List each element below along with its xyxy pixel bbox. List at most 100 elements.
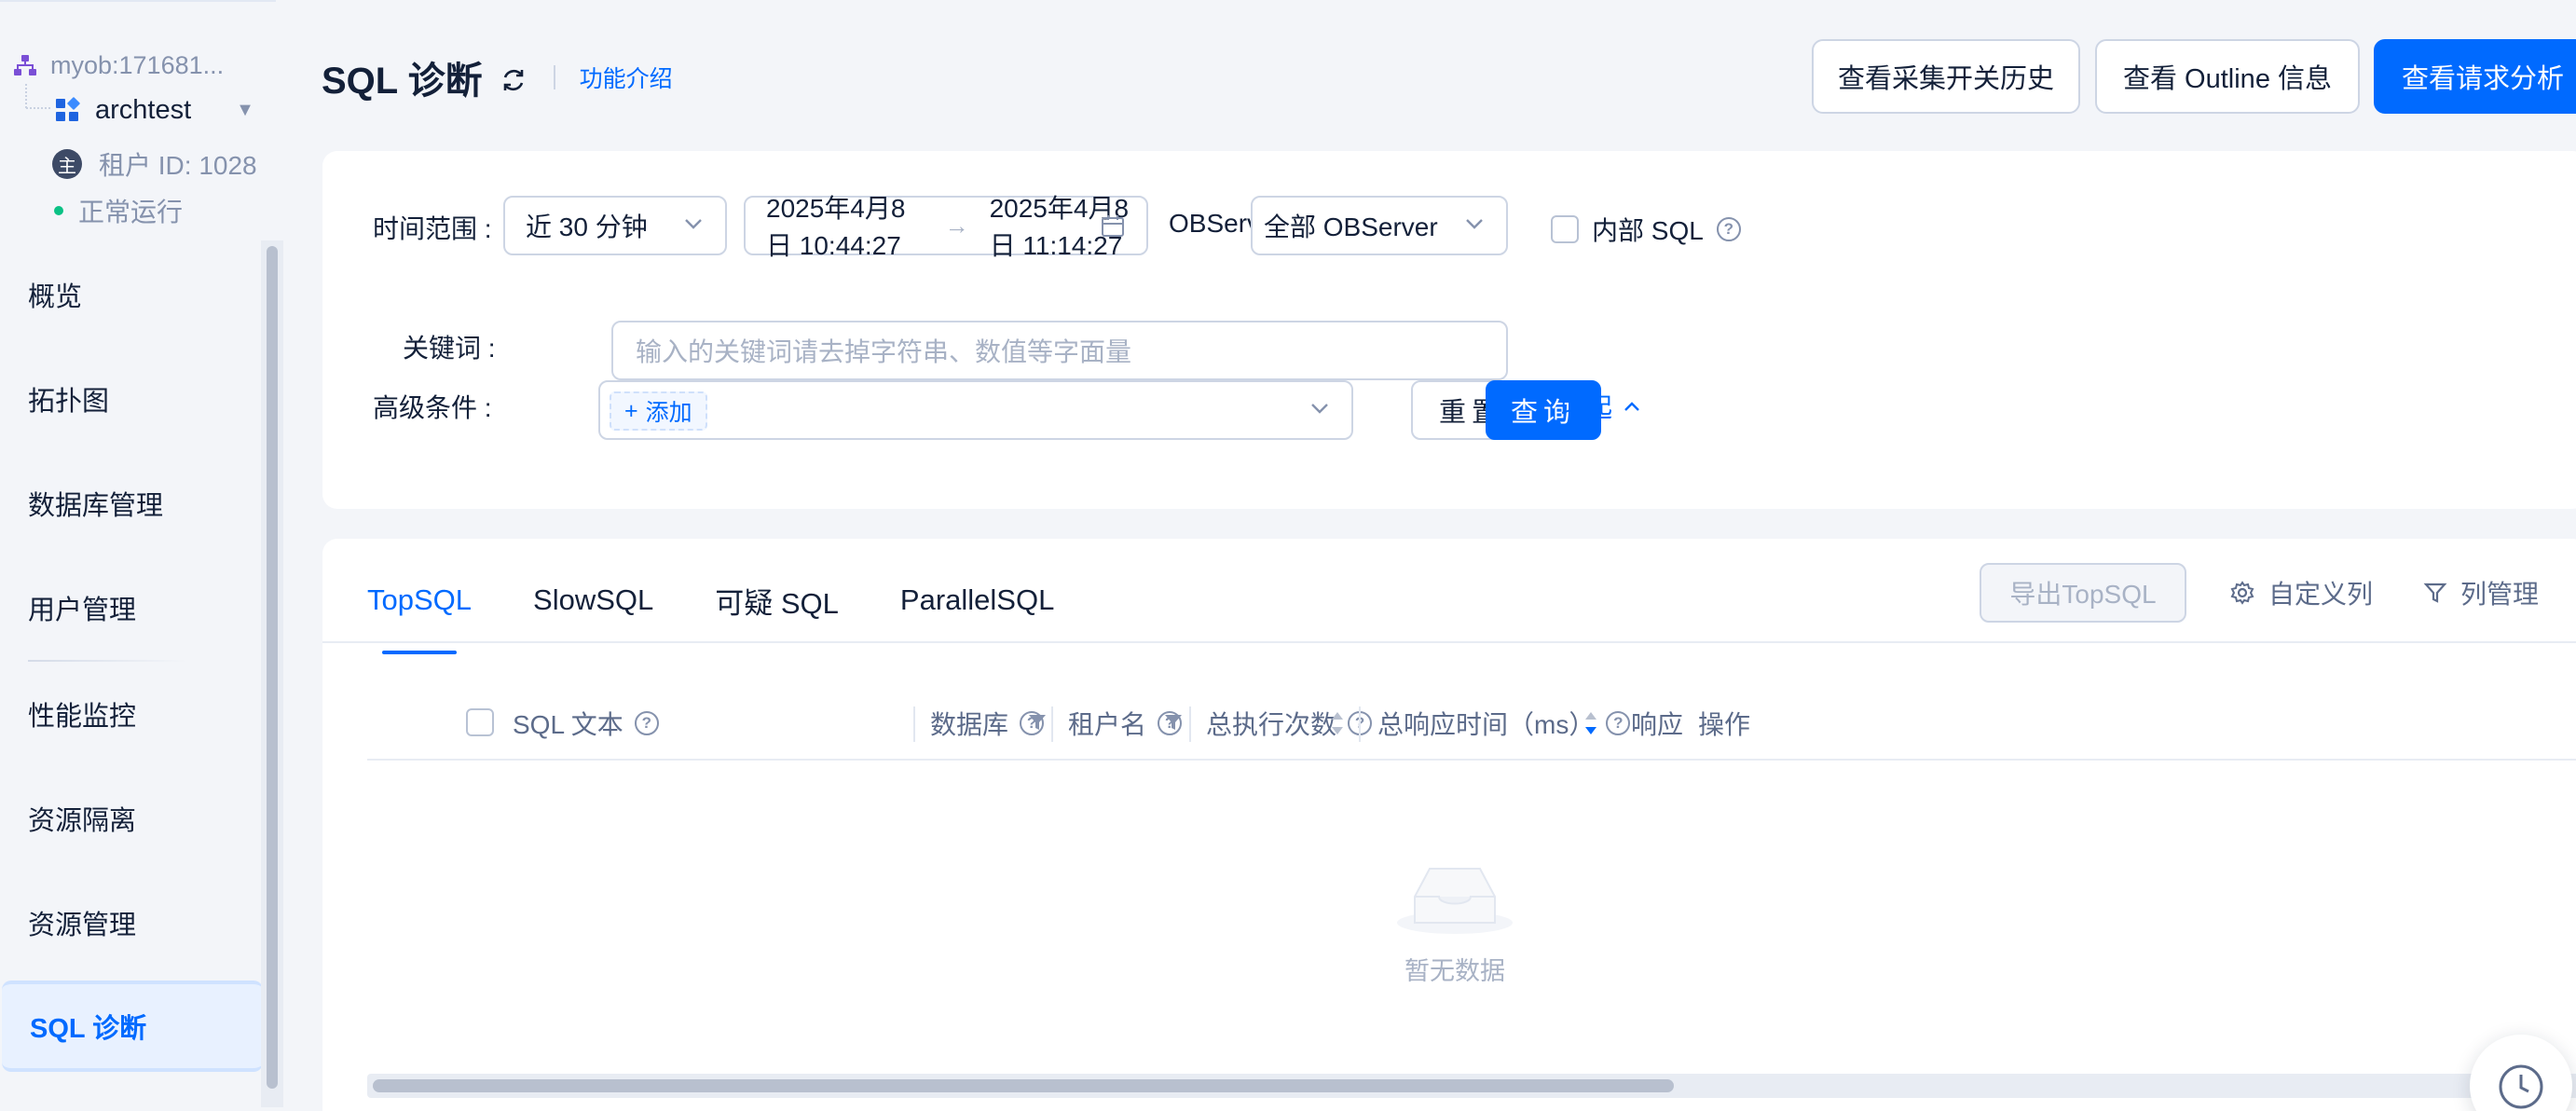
- cluster-name: myob:171681...: [50, 50, 225, 79]
- column-divider[interactable]: [1189, 706, 1191, 742]
- add-condition-label: 添加: [645, 400, 692, 426]
- page-header: SQL 诊断 功能介绍: [322, 52, 673, 103]
- cluster-topology-icon: [14, 55, 36, 75]
- column-sql-text[interactable]: SQL 文本 ?: [513, 686, 659, 761]
- tenant-id-row: 主 租户 ID: 1028: [52, 145, 257, 183]
- column-label: 数据库: [930, 710, 1009, 739]
- tab-topsql[interactable]: TopSQL: [367, 572, 472, 654]
- select-all-checkbox[interactable]: [466, 708, 494, 736]
- help-icon[interactable]: ?: [634, 711, 659, 735]
- sidebar-scrollbar[interactable]: [261, 240, 283, 1107]
- sidebar-item-topology[interactable]: 拓扑图: [0, 347, 263, 451]
- collect-history-button[interactable]: 查看采集开关历史: [1812, 39, 2080, 114]
- tenant-icon: [56, 97, 80, 121]
- time-range-label: 时间范围 :: [373, 214, 492, 243]
- refresh-icon[interactable]: [500, 66, 528, 94]
- column-manage-label: 列管理: [2460, 580, 2540, 609]
- arrow-right-icon: →: [944, 211, 969, 240]
- sort-icon[interactable]: [1329, 708, 1346, 738]
- sidebar-nav: 概览 拓扑图 数据库管理 用户管理 性能监控 资源隔离 资源管理 SQL 诊断: [0, 242, 263, 1072]
- sql-tabs: TopSQL SlowSQL 可疑 SQL ParallelSQL: [367, 572, 1054, 654]
- plus-icon: +: [624, 397, 638, 424]
- column-filter-icon[interactable]: [1027, 712, 1048, 733]
- column-filter-icon[interactable]: [1163, 712, 1184, 733]
- table-header: SQL 文本 ? 数据库 ? 租户名 ? 总执行次数 ?: [367, 686, 2576, 761]
- sidebar: myob:171681... archtest ▼ 主 租户 ID: 1028 …: [0, 0, 283, 1111]
- status-text: 正常运行: [78, 198, 184, 226]
- sidebar-item-resource-isolation[interactable]: 资源隔离: [0, 766, 263, 871]
- column-divider[interactable]: [1359, 706, 1361, 742]
- chevron-down-icon: [1466, 219, 1483, 229]
- tenant-selector[interactable]: archtest ▼: [54, 91, 254, 129]
- keyword-label: 关键词 :: [403, 334, 496, 363]
- tab-slowsql[interactable]: SlowSQL: [533, 572, 653, 628]
- sidebar-item-performance-monitoring[interactable]: 性能监控: [0, 662, 263, 766]
- column-divider[interactable]: [1051, 706, 1053, 742]
- results-panel: TopSQL SlowSQL 可疑 SQL ParallelSQL 导出TopS…: [322, 539, 2576, 1111]
- status-dot-icon: [54, 206, 63, 215]
- tenant-id-text: 租户 ID: 1028: [99, 151, 257, 180]
- internal-sql-label: 内部 SQL: [1592, 216, 1704, 245]
- request-analysis-button[interactable]: 查看请求分析: [2374, 39, 2576, 114]
- collapse-link[interactable]: 收起: [1560, 388, 1642, 425]
- column-label: SQL 文本: [513, 710, 623, 739]
- custom-columns-button[interactable]: 自定义列: [2229, 563, 2373, 623]
- filter-panel: 时间范围 : 近 30 分钟 2025年4月8日 10:44:27 → 2025…: [322, 151, 2576, 509]
- advanced-conditions-select[interactable]: + 添加: [598, 380, 1353, 440]
- help-icon[interactable]: ?: [1606, 711, 1631, 735]
- table-scrollbar-thumb[interactable]: [373, 1079, 1674, 1092]
- page-title: SQL 诊断: [322, 61, 483, 102]
- time-range-value: 近 30 分钟: [526, 213, 648, 241]
- tenant-status: 正常运行: [54, 192, 183, 229]
- tree-connector: [25, 84, 27, 108]
- empty-text: 暂无数据: [1404, 957, 1505, 985]
- title-divider: [553, 65, 555, 89]
- cluster-selector[interactable]: myob:171681...: [13, 48, 224, 82]
- column-actions: 操作: [1698, 686, 1750, 761]
- column-label: 租户名: [1068, 710, 1147, 739]
- tab-suspicious-sql[interactable]: 可疑 SQL: [715, 572, 839, 628]
- tree-connector: [26, 107, 50, 109]
- table-horizontal-scrollbar[interactable]: [367, 1074, 2576, 1098]
- funnel-icon: [2423, 583, 2447, 603]
- sidebar-scrollbar-thumb[interactable]: [267, 246, 278, 1089]
- calendar-icon: [1102, 215, 1124, 237]
- sidebar-item-sql-diagnosis[interactable]: SQL 诊断: [2, 981, 263, 1072]
- internal-sql-option[interactable]: 内部 SQL ?: [1551, 211, 1741, 248]
- keyword-input[interactable]: 输入的关键词请去掉字符串、数值等字面量: [611, 321, 1508, 380]
- help-icon[interactable]: ?: [1716, 217, 1741, 241]
- sidebar-item-user-management[interactable]: 用户管理: [0, 556, 263, 660]
- internal-sql-checkbox[interactable]: [1551, 215, 1579, 243]
- outline-info-button[interactable]: 查看 Outline 信息: [2095, 39, 2360, 114]
- sidebar-item-overview[interactable]: 概览: [0, 242, 263, 347]
- custom-columns-label: 自定义列: [2268, 580, 2374, 609]
- column-label: 总响应时间（ms）: [1377, 710, 1596, 739]
- collapse-label: 收起: [1560, 393, 1613, 422]
- app-root: myob:171681... archtest ▼ 主 租户 ID: 1028 …: [0, 0, 2576, 1111]
- export-topsql-button[interactable]: 导出TopSQL: [1980, 563, 2186, 623]
- empty-inbox-icon: [1397, 868, 1513, 934]
- empty-state: 暂无数据: [322, 856, 2576, 987]
- chevron-up-icon: [1624, 402, 1639, 411]
- caret-down-icon[interactable]: ▼: [236, 100, 254, 121]
- chevron-down-icon: [685, 219, 702, 229]
- date-range-picker[interactable]: 2025年4月8日 10:44:27 → 2025年4月8日 11:14:27: [744, 194, 1148, 260]
- chevron-down-icon: [1311, 404, 1328, 414]
- column-label: 操作: [1698, 710, 1751, 739]
- column-label: 总执行次数: [1206, 710, 1337, 739]
- tab-parallelsql[interactable]: ParallelSQL: [900, 572, 1054, 628]
- column-label: 响应时间: [1631, 710, 1683, 739]
- column-total-executions[interactable]: 总执行次数 ?: [1206, 686, 1373, 761]
- column-manage-button[interactable]: 列管理: [2423, 563, 2539, 623]
- sidebar-item-resource-management[interactable]: 资源管理: [0, 871, 263, 975]
- date-start: 2025年4月8日 10:44:27: [766, 194, 906, 260]
- feature-intro-link[interactable]: 功能介绍: [580, 61, 673, 94]
- time-range-select[interactable]: 近 30 分钟: [503, 196, 727, 255]
- sidebar-item-database-management[interactable]: 数据库管理: [0, 451, 263, 556]
- column-divider[interactable]: [913, 706, 915, 742]
- add-condition-button[interactable]: + 添加: [610, 391, 707, 431]
- observer-select[interactable]: 全部 OBServer: [1251, 196, 1508, 255]
- sort-descending-icon[interactable]: [1583, 708, 1599, 738]
- advanced-conditions-label: 高级条件 :: [373, 393, 492, 422]
- column-response-time[interactable]: 响应时间: [1631, 686, 1683, 761]
